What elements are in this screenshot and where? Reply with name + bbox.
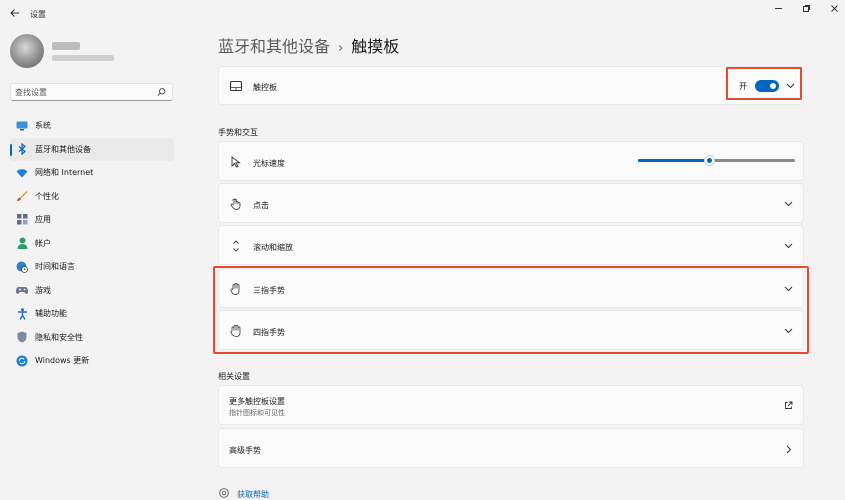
globe-clock-icon [16, 261, 28, 273]
help-icon [219, 488, 229, 498]
advanced-gestures-card[interactable]: 高级手势 [218, 428, 804, 468]
scroll-zoom-card[interactable]: 滚动和缩放 [218, 225, 804, 265]
minimize-button[interactable] [768, 4, 788, 18]
chevron-right-icon [786, 445, 792, 454]
person-icon [16, 237, 28, 250]
section-title-related: 相关设置 [218, 372, 250, 381]
touchpad-label: 触控板 [253, 83, 277, 92]
sidebar-item-label: 系统 [35, 121, 51, 131]
more-touchpad-settings-subtext: 指针图标和可见性 [229, 409, 285, 417]
app-title: 设置 [30, 10, 46, 19]
sidebar-item-label: Windows 更新 [35, 356, 90, 366]
page-title: 触摸板 [351, 37, 400, 56]
sidebar-item-label: 应用 [35, 215, 51, 225]
sidebar-item-label: 蓝牙和其他设备 [35, 144, 91, 154]
touchpad-icon [230, 80, 242, 92]
gamepad-icon [16, 284, 28, 296]
avatar[interactable] [10, 34, 44, 68]
sidebar-item-time-language[interactable]: 时间和语言 [10, 255, 174, 279]
sidebar-item-label: 时间和语言 [35, 262, 75, 272]
tap-label: 点击 [253, 201, 269, 210]
sidebar-item-apps[interactable]: 应用 [10, 208, 174, 232]
more-touchpad-settings-card[interactable]: 更多触控板设置 指针图标和可见性 [218, 385, 804, 425]
toggle-state-text: 开 [739, 82, 747, 91]
sidebar-nav: 系统 蓝牙和其他设备 网络和 Internet 个性化 应用 帐户 时间和语言 … [10, 114, 174, 373]
get-help-link[interactable]: 获取帮助 [237, 489, 269, 500]
cursor-speed-label: 光标速度 [253, 159, 285, 168]
close-icon [830, 5, 838, 12]
toggle-knob [770, 83, 776, 89]
chevron-down-icon [784, 243, 793, 249]
slider-thumb[interactable] [703, 155, 715, 166]
sidebar-item-label: 帐户 [35, 238, 51, 248]
search-input[interactable] [15, 85, 155, 99]
brush-icon [16, 190, 28, 202]
title-bar: 设置 [0, 0, 845, 28]
sidebar-item-label: 辅助功能 [35, 309, 67, 319]
back-button[interactable] [6, 6, 24, 22]
cursor-pointer-icon [230, 156, 242, 168]
shield-icon [16, 331, 28, 343]
touchpad-card[interactable]: 触控板 [218, 66, 804, 105]
slider-fill [638, 159, 709, 162]
chevron-down-icon [784, 201, 793, 207]
tap-hand-icon [230, 198, 242, 210]
sidebar-item-bluetooth[interactable]: 蓝牙和其他设备 [10, 137, 174, 161]
gesture-highlight-box [213, 266, 809, 354]
apps-icon [16, 214, 28, 226]
scroll-arrows-icon [230, 240, 242, 252]
sidebar-item-privacy[interactable]: 隐私和安全性 [10, 326, 174, 350]
monitor-icon [16, 120, 28, 132]
more-touchpad-settings-label: 更多触控板设置 [229, 397, 285, 406]
search-box[interactable] [10, 83, 173, 101]
external-link-icon [785, 401, 793, 409]
touchpad-toggle[interactable] [755, 80, 779, 92]
bluetooth-icon [16, 143, 28, 156]
user-email-redacted [52, 55, 114, 61]
sidebar-item-network[interactable]: 网络和 Internet [10, 161, 174, 185]
sidebar-item-label: 隐私和安全性 [35, 332, 83, 342]
sidebar-item-label: 个性化 [35, 191, 59, 201]
breadcrumb-parent-link[interactable]: 蓝牙和其他设备 [218, 37, 330, 56]
scroll-zoom-label: 滚动和缩放 [253, 243, 293, 252]
close-button[interactable] [824, 4, 844, 18]
sidebar-item-windows-update[interactable]: Windows 更新 [10, 349, 174, 373]
sidebar-item-accounts[interactable]: 帐户 [10, 232, 174, 256]
search-icon [157, 88, 166, 96]
chevron-down-icon[interactable] [786, 83, 795, 89]
sidebar-item-gaming[interactable]: 游戏 [10, 279, 174, 303]
tap-card[interactable]: 点击 [218, 183, 804, 223]
breadcrumb-separator: › [338, 41, 344, 56]
sidebar-item-personalization[interactable]: 个性化 [10, 185, 174, 209]
section-title-gestures: 手势和交互 [218, 128, 258, 137]
sidebar-item-system[interactable]: 系统 [10, 114, 174, 138]
sync-icon [16, 355, 28, 367]
wifi-icon [16, 167, 28, 179]
advanced-gestures-label: 高级手势 [229, 446, 261, 455]
sidebar-item-label: 游戏 [35, 285, 51, 295]
minimize-icon [774, 8, 782, 9]
user-name-redacted [52, 42, 80, 50]
arrow-left-icon [10, 9, 19, 17]
breadcrumb: 蓝牙和其他设备 › 触摸板 [218, 33, 399, 57]
sidebar-item-accessibility[interactable]: 辅助功能 [10, 302, 174, 326]
accessibility-icon [16, 308, 28, 320]
restore-button[interactable] [796, 4, 816, 18]
cursor-speed-slider[interactable] [638, 155, 795, 166]
restore-icon [802, 5, 810, 12]
sidebar-item-label: 网络和 Internet [35, 168, 94, 178]
